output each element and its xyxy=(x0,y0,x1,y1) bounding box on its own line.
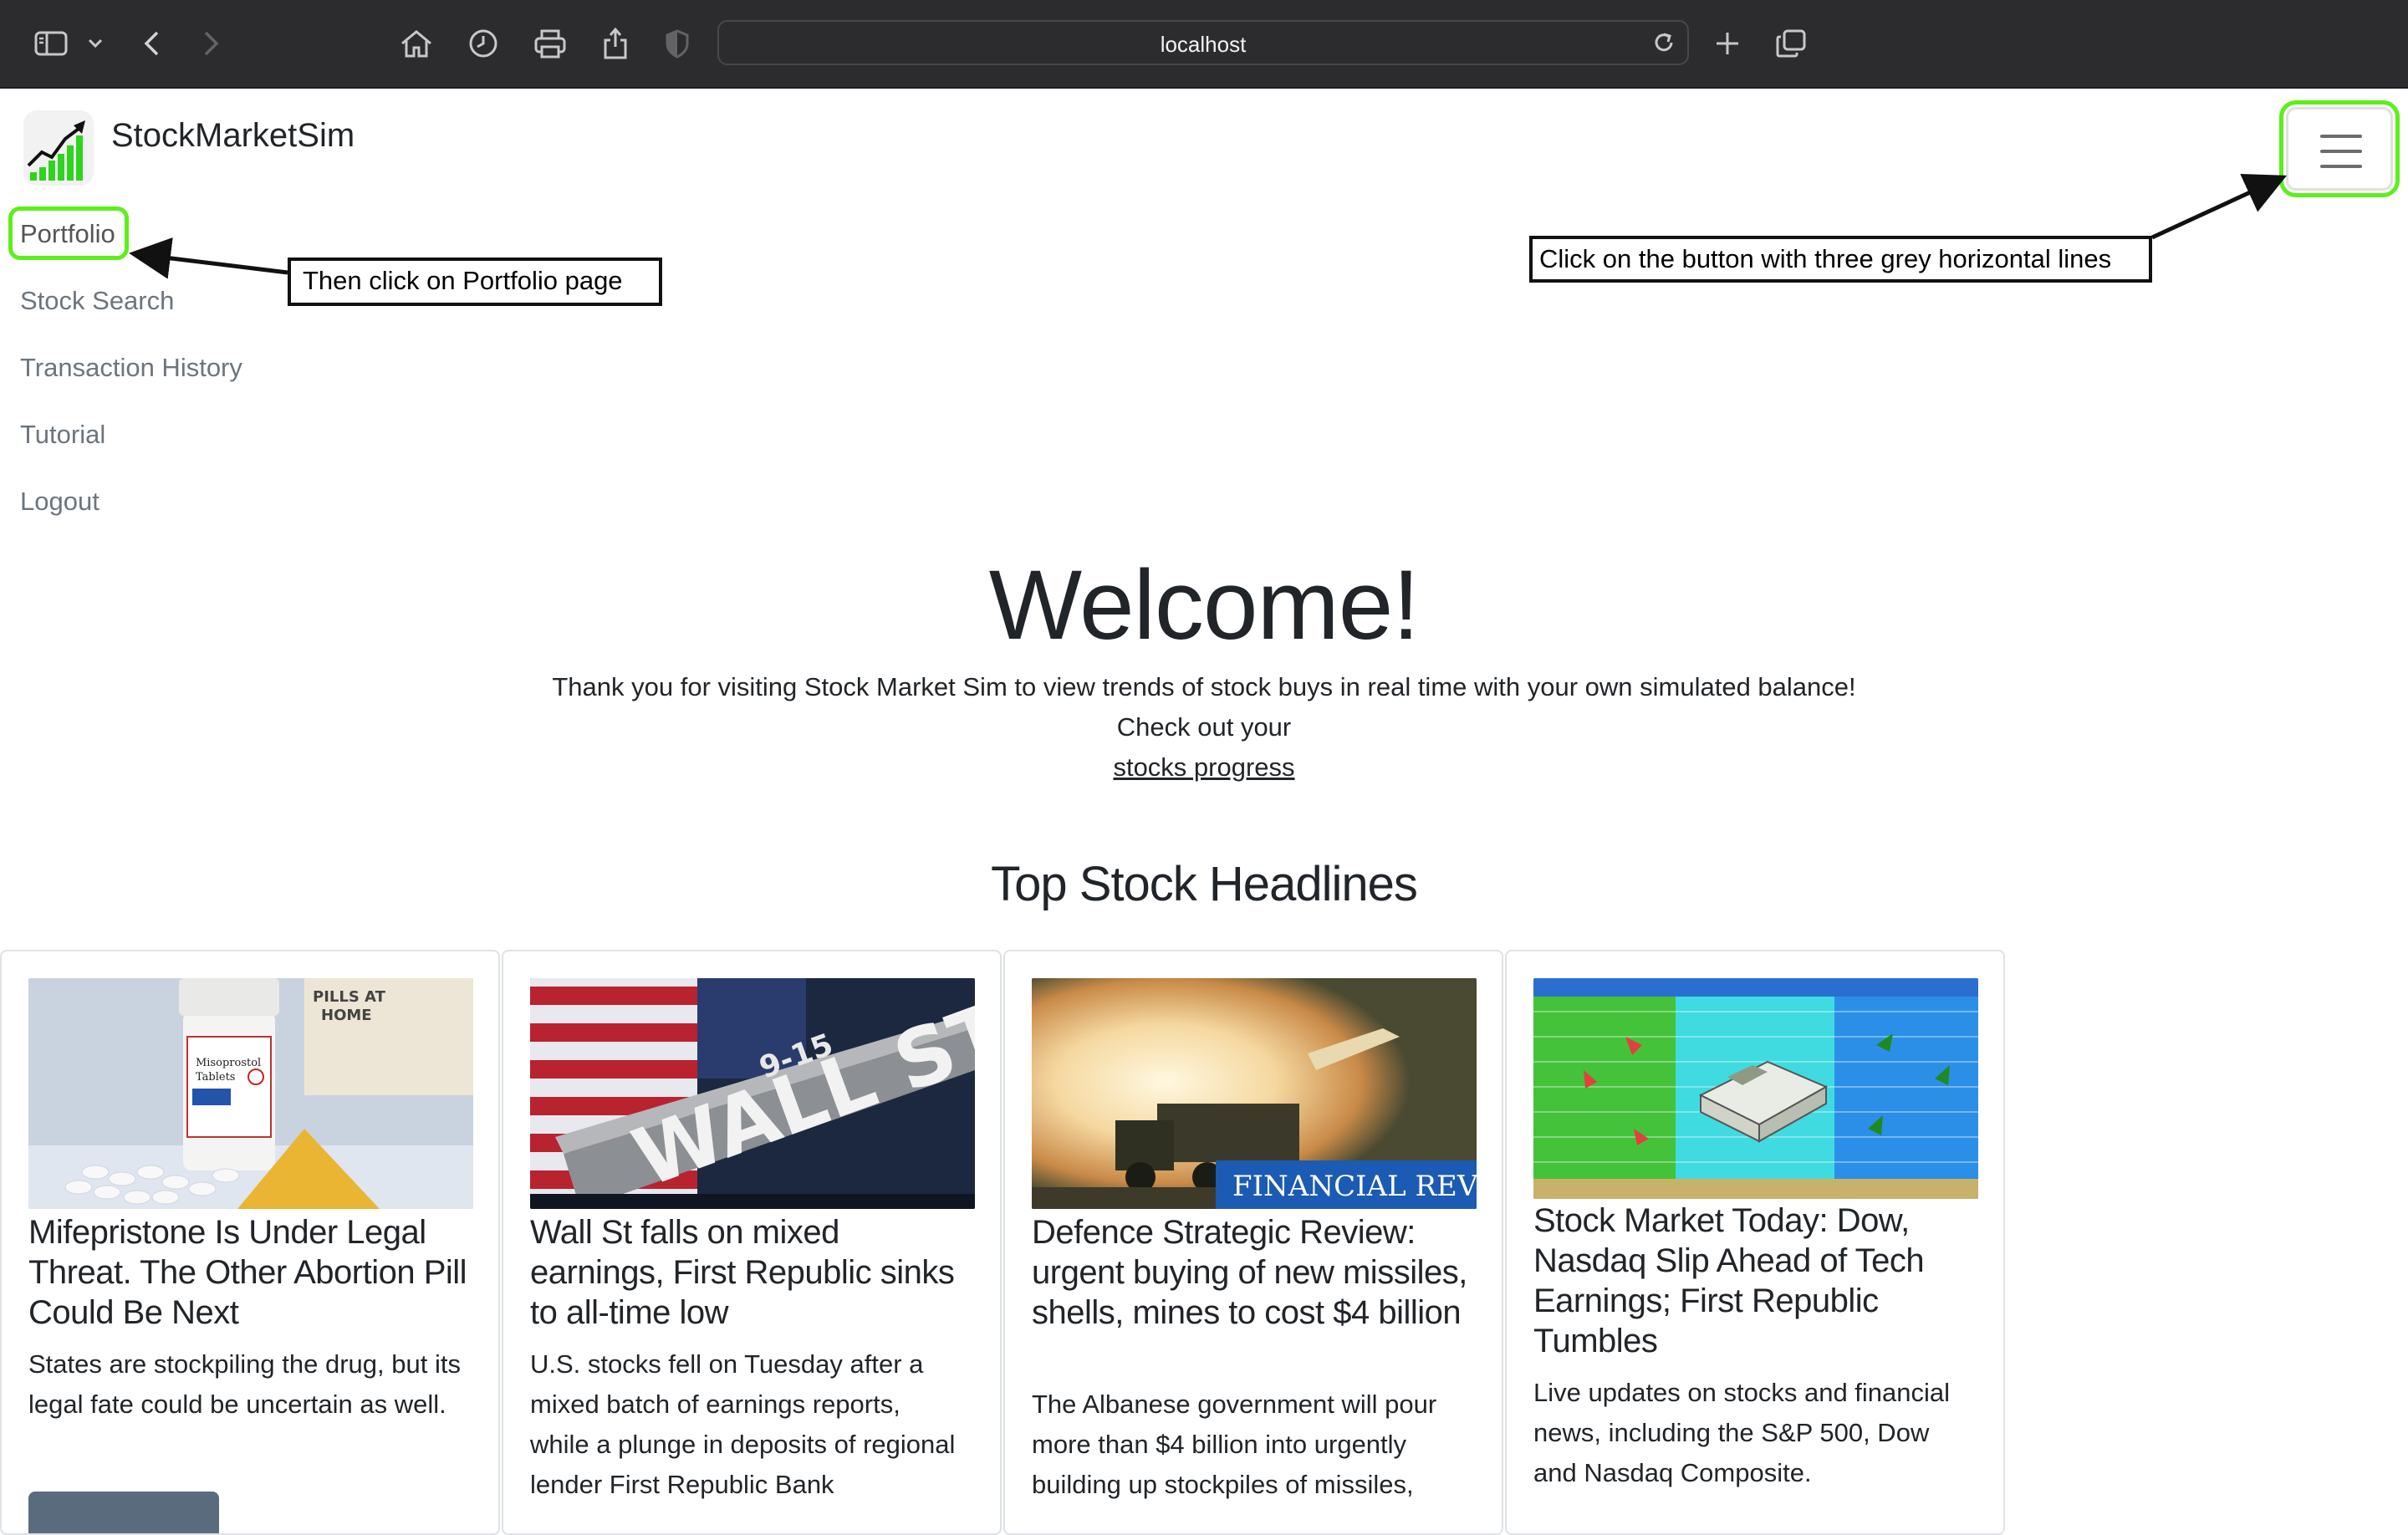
nav-link-logout[interactable]: Logout xyxy=(20,487,99,517)
svg-text:Tablets: Tablets xyxy=(196,1071,235,1084)
news-card[interactable]: Stock Market Today: Dow, Nasdaq Slip Ahe… xyxy=(1505,950,2005,1535)
financial-review-caption: FINANCIAL REVIEW xyxy=(1232,1170,1477,1203)
card-title[interactable]: Stock Market Today: Dow, Nasdaq Slip Ahe… xyxy=(1533,1201,1985,1361)
nav-link-transaction-history[interactable]: Transaction History xyxy=(20,353,242,383)
check-out-text: Check out your xyxy=(1116,712,1292,742)
welcome-heading: Welcome! xyxy=(988,550,1420,660)
money-stack-image xyxy=(1533,978,1978,1199)
card-title[interactable]: Mifepristone Is Under Legal Threat. The … xyxy=(28,1212,480,1333)
card-text: States are stockpiling the drug, but its… xyxy=(28,1349,461,1419)
card-text: The Albanese government will pour more t… xyxy=(1032,1390,1437,1499)
news-card[interactable]: WALL ST 9-15 Wall St falls on mixed earn… xyxy=(502,950,1002,1535)
card-text: Live updates on stocks and financial new… xyxy=(1533,1378,1951,1487)
portfolio-hint-callout: Then click on Portfolio page xyxy=(288,258,662,306)
headlines-heading: Top Stock Headlines xyxy=(991,857,1418,911)
svg-text:Misoprostol: Misoprostol xyxy=(196,1057,261,1069)
card-title[interactable]: Wall St falls on mixed earnings, First R… xyxy=(530,1212,982,1333)
nav-link-tutorial[interactable]: Tutorial xyxy=(20,420,105,450)
news-card[interactable]: PILLS AT HOME Misoprostol Tablets Mifepr… xyxy=(0,950,500,1535)
svg-text:PILLS AT: PILLS AT xyxy=(313,988,386,1006)
missile-launch-image: FINANCIAL REVIEW xyxy=(1032,978,1477,1209)
news-card[interactable]: FINANCIAL REVIEW Defence Strategic Revie… xyxy=(1003,950,1503,1535)
card-title[interactable]: Defence Strategic Review: urgent buying … xyxy=(1032,1212,1483,1333)
stocks-progress-row: stocks progress xyxy=(0,752,2408,783)
read-more-button[interactable] xyxy=(28,1492,219,1533)
toggler-hint-callout: Click on the button with three grey hori… xyxy=(1529,236,2152,283)
wall-street-sign-image: WALL ST 9-15 xyxy=(530,978,975,1209)
svg-text:HOME: HOME xyxy=(321,1007,372,1024)
welcome-text: Thank you for visiting Stock Market Sim … xyxy=(552,672,1856,701)
card-text: U.S. stocks fell on Tuesday after a mixe… xyxy=(530,1349,956,1499)
stocks-progress-link[interactable]: stocks progress xyxy=(1113,752,1294,782)
pill-bottle-image: PILLS AT HOME Misoprostol Tablets xyxy=(28,978,473,1209)
